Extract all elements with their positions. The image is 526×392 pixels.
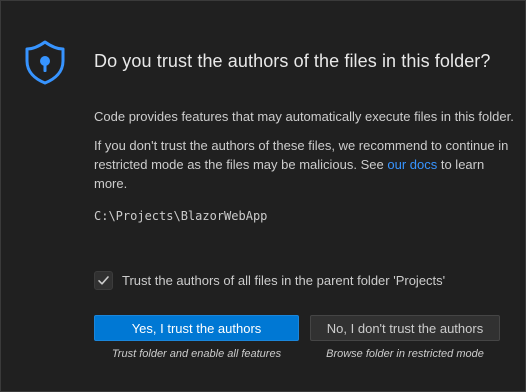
description-paragraph: Code provides features that may automati… xyxy=(94,109,514,124)
trust-parent-row: Trust the authors of all files in the pa… xyxy=(94,271,445,290)
distrust-button-caption: Browse folder in restricted mode xyxy=(326,348,484,360)
dialog-title: Do you trust the authors of the files in… xyxy=(94,51,491,71)
dialog-header xyxy=(23,39,67,85)
our-docs-link[interactable]: our docs xyxy=(387,157,437,172)
workspace-trust-dialog: Do you trust the authors of the files in… xyxy=(0,0,526,392)
trust-button-caption: Trust folder and enable all features xyxy=(111,348,282,360)
folder-path: C:\Projects\BlazorWebApp xyxy=(94,209,268,223)
trust-parent-label: Trust the authors of all files in the pa… xyxy=(122,273,446,288)
trust-authors-button[interactable]: Yes, I trust the authors xyxy=(94,315,299,341)
warning-paragraph: If you don't trust the authors of these … xyxy=(94,136,514,193)
checkmark-icon xyxy=(98,276,109,285)
distrust-authors-button[interactable]: No, I don't trust the authors xyxy=(310,315,500,341)
dialog-body: Code provides features that may automati… xyxy=(94,107,514,226)
shield-lock-icon xyxy=(25,40,65,85)
trust-parent-checkbox[interactable] xyxy=(94,271,113,290)
